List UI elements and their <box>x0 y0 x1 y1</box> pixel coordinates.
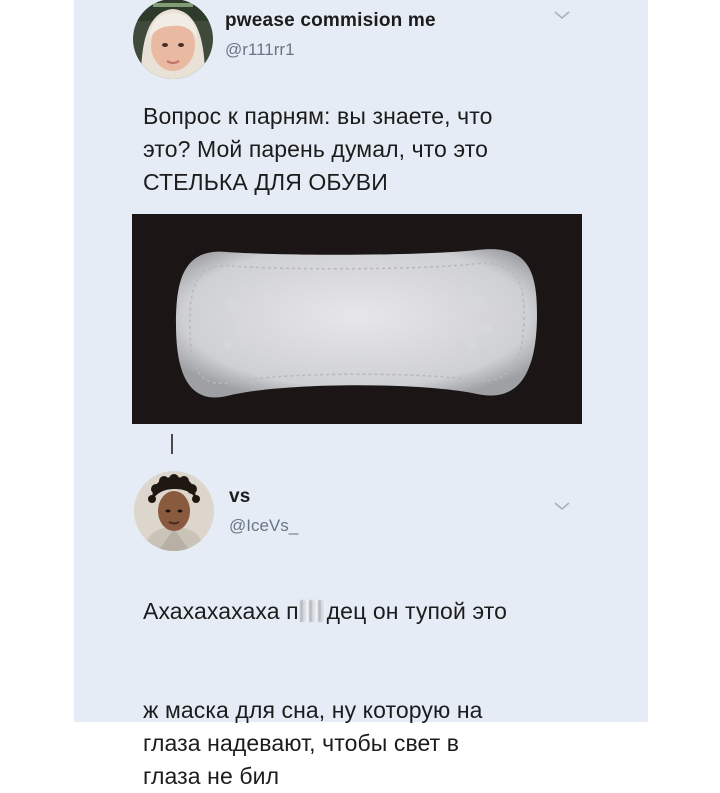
tweet-photo[interactable] <box>132 214 582 424</box>
user-handle[interactable]: @r111rr1 <box>225 40 295 60</box>
tweet-text-part: дец он тупой это <box>326 598 507 624</box>
censor-blur <box>299 600 326 622</box>
thread-connector <box>171 434 173 454</box>
chevron-down-icon[interactable] <box>553 9 571 21</box>
display-name[interactable]: pwease commision me <box>225 10 436 32</box>
user-handle[interactable]: @IceVs_ <box>229 516 298 536</box>
tweet-text: Ахахахахаха п дец он тупой это ж маска дл… <box>143 562 507 793</box>
display-name[interactable]: vs <box>229 486 251 508</box>
tweet-text-part: Ахахахахаха п <box>143 598 299 624</box>
tweet-text-part: ж маска для сна, ну которую на глаза над… <box>143 697 483 789</box>
chevron-down-icon[interactable] <box>553 500 571 512</box>
avatar[interactable] <box>134 471 214 551</box>
tweet-text: Вопрос к парням: вы знаете, что это? Мой… <box>143 103 493 195</box>
avatar[interactable] <box>133 0 213 79</box>
